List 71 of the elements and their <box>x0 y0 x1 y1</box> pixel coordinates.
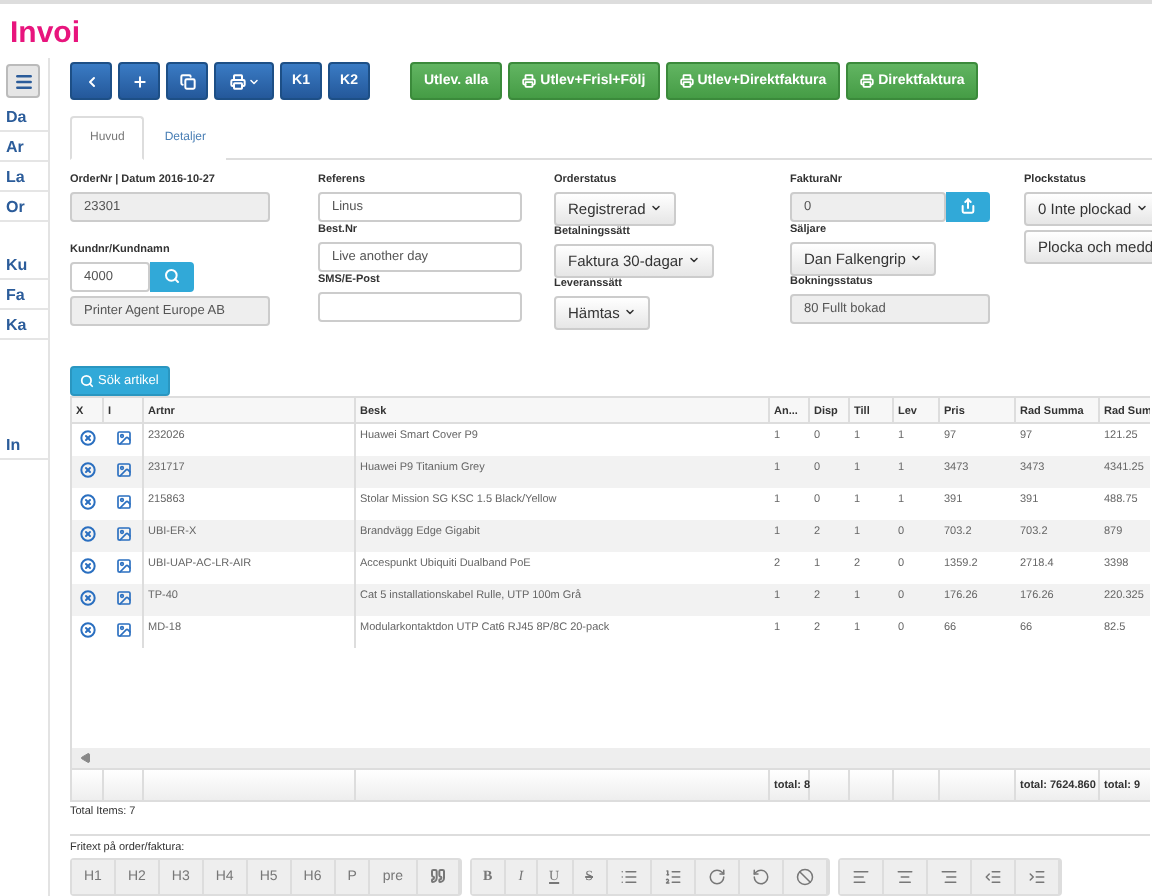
ban-icon <box>795 867 813 886</box>
bullet-list-icon <box>619 867 637 886</box>
caret-icon <box>623 306 636 319</box>
sidebar-item[interactable]: La <box>0 162 48 192</box>
undo-icon <box>751 867 769 886</box>
chevron-left-icon <box>83 73 99 90</box>
remove-icon[interactable] <box>80 558 96 575</box>
caret-icon <box>909 252 922 265</box>
remove-icon[interactable] <box>80 622 96 639</box>
redo-icon <box>707 867 725 886</box>
sidebar-item[interactable]: In <box>0 430 48 460</box>
sidebar-item[interactable]: Or <box>0 192 48 222</box>
clear-button[interactable] <box>783 859 827 894</box>
caret-icon <box>247 75 259 88</box>
search-button[interactable] <box>150 261 194 292</box>
image-icon[interactable] <box>115 430 131 447</box>
remove-icon[interactable] <box>80 590 96 607</box>
printer-icon <box>229 73 245 90</box>
sidebar-item[interactable]: Fa <box>0 280 48 310</box>
menu-icon <box>13 71 33 91</box>
scroll-left-icon[interactable] <box>80 751 92 764</box>
caret-icon <box>687 254 700 267</box>
menu-button[interactable] <box>6 64 40 98</box>
align-left-icon <box>851 867 869 886</box>
image-icon[interactable] <box>115 494 131 511</box>
copy-icon <box>179 73 195 90</box>
remove-icon[interactable] <box>80 462 96 479</box>
remove-icon[interactable] <box>80 430 96 447</box>
sidebar-item[interactable]: Ku <box>0 250 48 280</box>
share-button[interactable] <box>946 191 990 222</box>
outdent-button[interactable] <box>971 859 1015 894</box>
sidebar-item[interactable]: Ar <box>0 132 48 162</box>
image-icon[interactable] <box>115 526 131 543</box>
undo-button[interactable] <box>739 859 783 894</box>
contact-field[interactable] <box>318 291 522 322</box>
plus-icon <box>131 73 147 90</box>
align-right-icon <box>939 867 957 886</box>
remove-icon[interactable] <box>80 494 96 511</box>
printer-icon <box>679 74 694 89</box>
align-right-button[interactable] <box>927 859 971 894</box>
search-icon <box>164 268 180 285</box>
sidebar-item[interactable]: Da <box>0 102 48 132</box>
back-button[interactable] <box>70 62 112 101</box>
numbered-list-button[interactable] <box>651 859 695 894</box>
search-icon <box>80 374 94 388</box>
image-icon[interactable] <box>115 622 131 639</box>
sidebar-item[interactable]: Ka <box>0 310 48 340</box>
align-center-icon <box>895 867 913 886</box>
print-dropdown-button[interactable] <box>214 62 274 101</box>
quote-button[interactable] <box>417 859 460 894</box>
outdent-icon <box>983 867 1001 886</box>
align-center-button[interactable] <box>883 859 927 894</box>
align-left-button[interactable] <box>839 859 883 894</box>
redo-button[interactable] <box>695 859 739 894</box>
caret-icon <box>649 202 662 215</box>
image-icon[interactable] <box>115 590 131 607</box>
printer-icon <box>522 74 537 89</box>
copy-button[interactable] <box>166 62 208 101</box>
numbered-list-icon <box>663 867 681 886</box>
caret-icon <box>1135 202 1148 215</box>
image-icon[interactable] <box>115 462 131 479</box>
app-title: Invoi <box>10 16 81 50</box>
bullet-list-button[interactable] <box>607 859 651 894</box>
add-button[interactable] <box>118 62 160 101</box>
remove-icon[interactable] <box>80 526 96 543</box>
indent-button[interactable] <box>1015 859 1059 894</box>
quote-icon <box>429 868 446 885</box>
indent-icon <box>1027 867 1045 886</box>
printer-icon <box>860 74 875 89</box>
image-icon[interactable] <box>115 558 131 575</box>
share-icon <box>960 198 977 215</box>
